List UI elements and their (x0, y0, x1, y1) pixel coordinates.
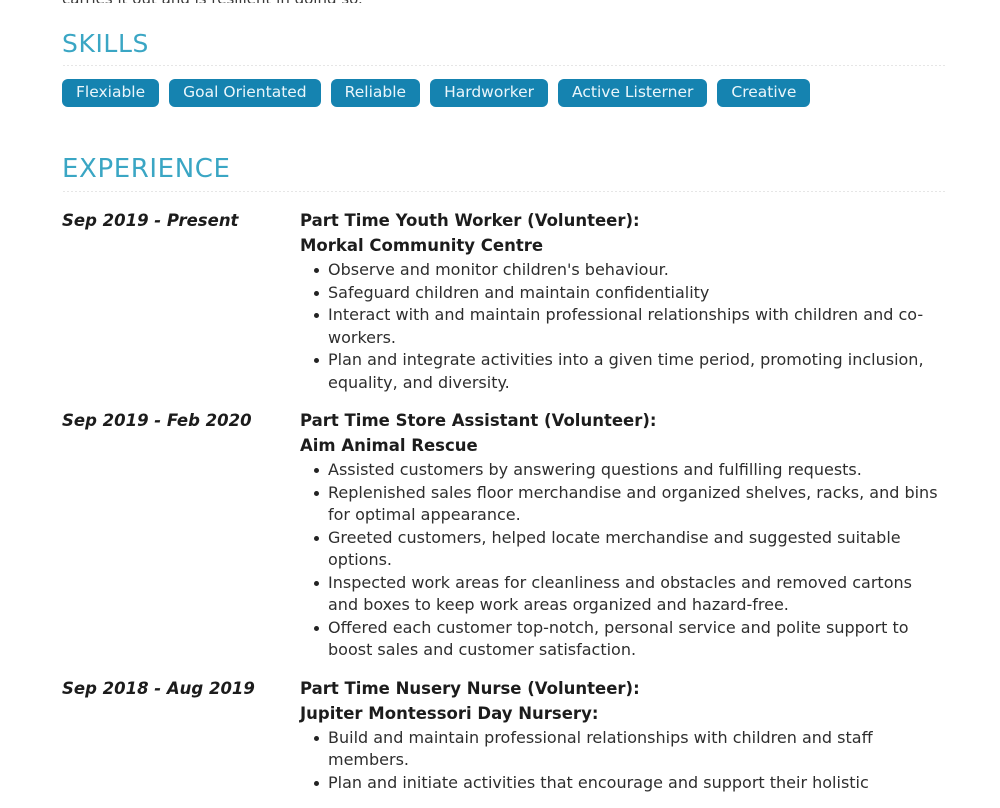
experience-entry-list: Sep 2019 - Present Part Time Youth Worke… (62, 208, 946, 794)
experience-bullet-list: Observe and monitor children's behaviour… (300, 259, 946, 394)
experience-dates: Sep 2018 - Aug 2019 (62, 678, 255, 698)
skills-pill-list: Flexiable Goal Orientated Reliable Hardw… (62, 79, 946, 107)
experience-bullet: Inspected work areas for cleanliness and… (300, 572, 946, 617)
experience-bullet: Replenished sales floor merchandise and … (300, 482, 946, 527)
experience-bullet-list: Build and maintain professional relation… (300, 727, 946, 795)
experience-organization: Jupiter Montessori Day Nursery: (300, 703, 599, 723)
skill-pill: Reliable (330, 79, 421, 107)
experience-bullet: Offered each customer top-notch, persona… (300, 617, 946, 662)
experience-entry: Sep 2019 - Present Part Time Youth Worke… (62, 208, 946, 394)
experience-role: Part Time Nusery Nurse (Volunteer): (300, 678, 640, 698)
experience-dates: Sep 2019 - Feb 2020 (62, 411, 252, 430)
experience-details: Part Time Nusery Nurse (Volunteer): Jupi… (300, 676, 946, 795)
skill-pill: Hardworker (430, 79, 549, 107)
experience-bullet-list: Assisted customers by answering question… (300, 459, 946, 662)
experience-entry: Sep 2019 - Feb 2020 Part Time Store Assi… (62, 408, 946, 662)
experience-bullet: Greeted customers, helped locate merchan… (300, 527, 946, 572)
skills-heading: SKILLS (62, 29, 149, 58)
experience-dates: Sep 2019 - Present (62, 211, 239, 230)
skill-pill: Active Listerner (558, 79, 708, 107)
experience-bullet: Observe and monitor children's behaviour… (300, 259, 946, 282)
clipped-summary-line: carries it out and is resilient in doing… (62, 0, 942, 3)
experience-organization: Aim Animal Rescue (300, 436, 478, 455)
experience-bullet: Safeguard children and maintain confiden… (300, 282, 946, 305)
experience-role: Part Time Youth Worker (Volunteer): (300, 211, 640, 230)
experience-details: Part Time Youth Worker (Volunteer): Mork… (300, 208, 946, 394)
skill-pill: Goal Orientated (169, 79, 321, 107)
experience-role: Part Time Store Assistant (Volunteer): (300, 411, 657, 430)
experience-bullet: Assisted customers by answering question… (300, 459, 946, 482)
experience-heading: EXPERIENCE (62, 154, 231, 184)
experience-section: EXPERIENCE Sep 2019 - Present Part Time … (62, 154, 946, 808)
skill-pill: Flexiable (62, 79, 160, 107)
skill-pill: Creative (717, 79, 811, 107)
skills-section: SKILLS Flexiable Goal Orientated Reliabl… (62, 30, 946, 107)
experience-bullet: Interact with and maintain professional … (300, 304, 946, 349)
resume-page: carries it out and is resilient in doing… (0, 0, 1000, 792)
experience-entry: Sep 2018 - Aug 2019 Part Time Nusery Nur… (62, 676, 946, 795)
experience-bullet: Plan and integrate activities into a giv… (300, 349, 946, 394)
experience-details: Part Time Store Assistant (Volunteer): A… (300, 408, 946, 662)
experience-bullet: Plan and initiate activities that encour… (300, 772, 946, 795)
experience-organization: Morkal Community Centre (300, 236, 544, 255)
experience-divider (62, 191, 946, 192)
experience-bullet: Build and maintain professional relation… (300, 727, 946, 772)
skills-divider (62, 65, 946, 66)
